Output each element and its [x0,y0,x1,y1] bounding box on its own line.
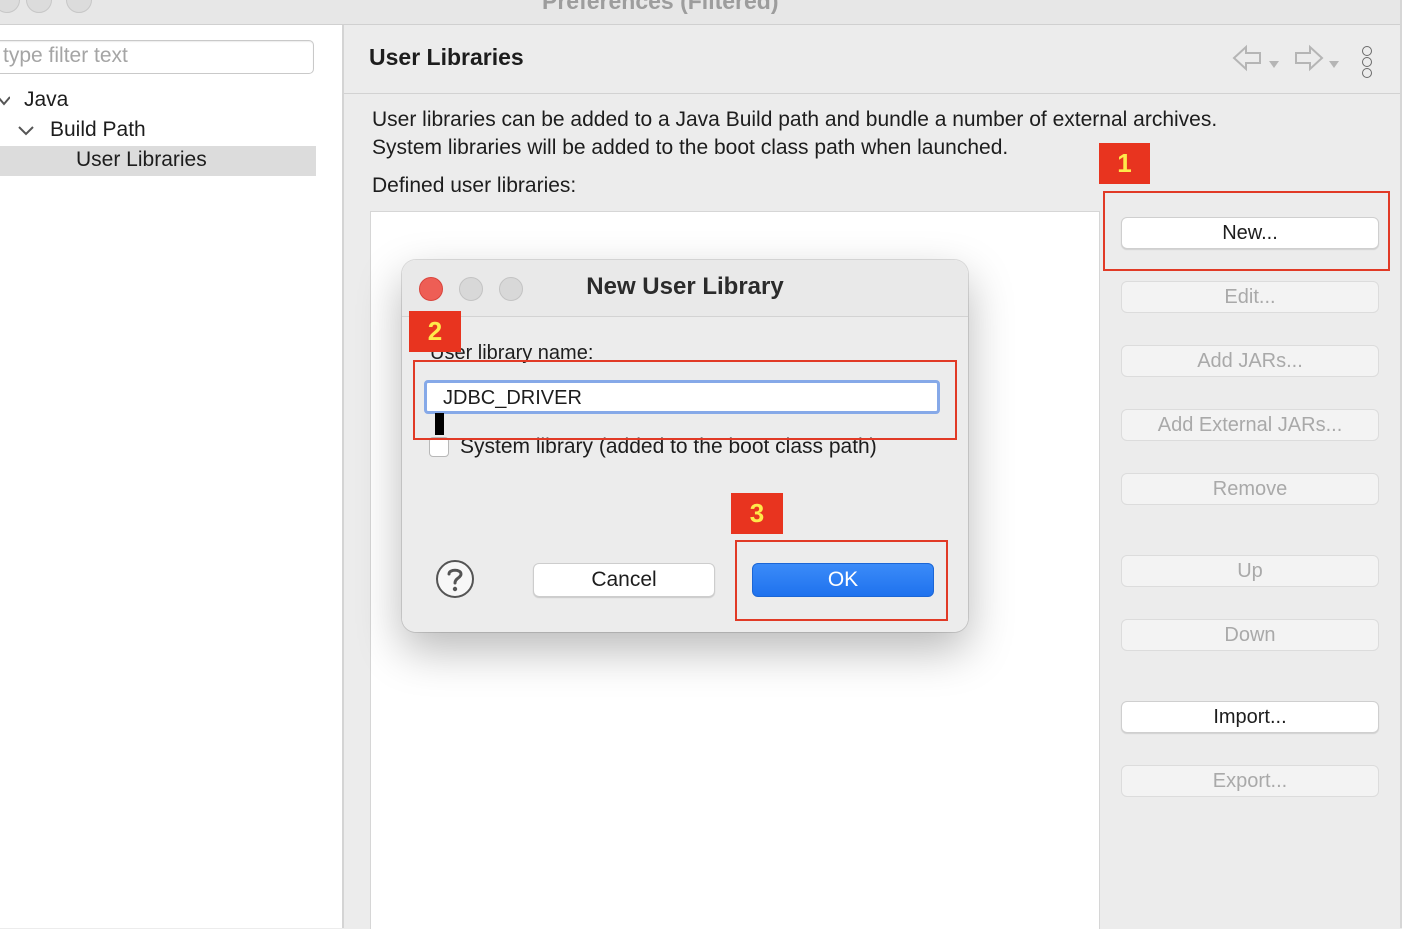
step-2-badge: 2 [409,311,461,352]
window-title: Preferences (Filtered) [542,0,779,14]
collapse-build-path-icon[interactable] [17,124,35,142]
forward-arrow-icon[interactable] [1292,44,1324,78]
page-title: User Libraries [369,44,524,70]
defined-libraries-label: Defined user libraries: [372,174,577,197]
window-titlebar: Preferences (Filtered) [0,0,1400,25]
filter-input[interactable] [3,44,303,68]
edit-button[interactable]: Edit... [1121,281,1379,313]
tree-item-build-path[interactable]: Build Path [50,118,146,142]
step-2-highlight [413,360,957,440]
export-button[interactable]: Export... [1121,765,1379,797]
remove-button[interactable]: Remove [1121,473,1379,505]
cancel-button[interactable]: Cancel [533,563,715,597]
step-1-highlight [1103,191,1390,271]
header-separator [344,93,1400,94]
tree-item-user-libraries[interactable]: User Libraries [76,148,207,172]
filter-input-box[interactable] [0,40,314,74]
step-1-badge: 1 [1099,143,1150,184]
back-dropdown-icon[interactable] [1269,56,1279,74]
window-zoom-button[interactable] [66,0,92,13]
down-button[interactable]: Down [1121,619,1379,651]
tree-item-java[interactable]: Java [24,88,68,112]
import-button[interactable]: Import... [1121,701,1379,733]
view-menu-icon[interactable] [1362,46,1374,78]
system-library-checkbox[interactable] [429,437,449,457]
description-line-1: User libraries can be added to a Java Bu… [372,108,1218,131]
window-minimize-button[interactable] [26,0,52,13]
forward-dropdown-icon[interactable] [1329,56,1339,74]
up-button[interactable]: Up [1121,555,1379,587]
description-line-2: System libraries will be added to the bo… [372,136,1009,159]
dialog-titlebar: New User Library [402,260,968,317]
add-external-jars-button[interactable]: Add External JARs... [1121,409,1379,441]
help-icon[interactable] [435,559,475,599]
add-jars-button[interactable]: Add JARs... [1121,345,1379,377]
step-3-badge: 3 [731,493,783,534]
back-arrow-icon[interactable] [1232,44,1264,78]
step-3-highlight [735,540,948,621]
expand-java-icon[interactable] [0,94,11,112]
window-close-button[interactable] [0,0,20,13]
dialog-title: New User Library [586,273,784,300]
